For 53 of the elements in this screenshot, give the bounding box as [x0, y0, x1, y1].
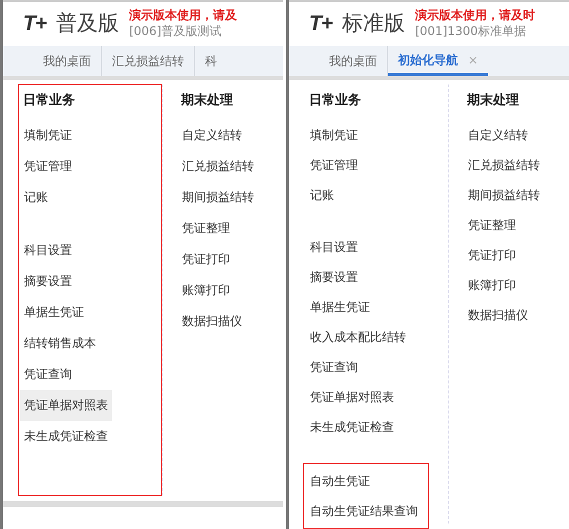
menu-link[interactable]: 自动生凭证结果查询: [306, 496, 422, 526]
tab[interactable]: 初始化导航 ×: [388, 46, 488, 76]
logo-mark: T+: [309, 12, 332, 36]
account-name: [001]1300标准单据: [415, 24, 527, 40]
logo-mark: T+: [23, 12, 46, 36]
menu-link[interactable]: 期间损益结转: [464, 180, 544, 210]
menu-link[interactable]: 自定义结转: [464, 120, 532, 150]
menu-link[interactable]: 填制凭证: [20, 120, 76, 150]
menu-link[interactable]: 自定义结转: [178, 120, 246, 150]
section-title: 期末处理: [181, 92, 234, 110]
menu-link[interactable]: 凭证打印: [178, 244, 234, 274]
menu-link[interactable]: 数据扫描仪: [178, 306, 246, 336]
menu-link[interactable]: 凭证管理: [20, 150, 76, 182]
menu-link[interactable]: 科目设置: [306, 232, 362, 262]
menu-link[interactable]: 科目设置: [20, 234, 76, 266]
menu-link[interactable]: 填制凭证: [306, 120, 362, 150]
menu-link[interactable]: 期间损益结转: [178, 182, 258, 212]
menu-link[interactable]: 汇兑损益结转: [178, 150, 258, 182]
section-title: 日常业务: [309, 92, 362, 110]
menu-link[interactable]: 凭证整理: [464, 210, 520, 240]
account-name: [006]普及版测试: [129, 24, 222, 40]
menu-link[interactable]: 结转销售成本: [20, 328, 100, 358]
menu-link[interactable]: 凭证查询: [20, 358, 76, 390]
menu-link[interactable]: 自动生凭证: [306, 466, 374, 496]
edition-title: 普及版: [56, 10, 120, 38]
menu-link[interactable]: 单据生凭证: [306, 292, 374, 322]
menu-link[interactable]: 单据生凭证: [20, 296, 88, 328]
menu-link[interactable]: 凭证单据对照表: [306, 382, 398, 412]
menu-link[interactable]: 凭证单据对照表: [20, 390, 112, 420]
menu-link[interactable]: 凭证管理: [306, 150, 362, 180]
section-title: 日常业务: [23, 92, 76, 110]
menu-link[interactable]: 记账: [20, 182, 52, 212]
menu-link[interactable]: 账簿打印: [464, 270, 520, 300]
tab[interactable]: 我的桌面: [33, 46, 102, 76]
menu-link[interactable]: 账簿打印: [178, 274, 234, 306]
menu-link[interactable]: 摘要设置: [306, 262, 362, 292]
edition-title: 标准版: [342, 10, 406, 38]
menu-link[interactable]: 未生成凭证检查: [306, 412, 398, 442]
menu-link[interactable]: 凭证打印: [464, 240, 520, 270]
menu-link[interactable]: 记账: [306, 180, 338, 210]
menu-link[interactable]: 未生成凭证检查: [20, 420, 112, 452]
tab[interactable]: 汇兑损益结转: [102, 46, 195, 76]
menu-link[interactable]: 汇兑损益结转: [464, 150, 544, 180]
menu-link[interactable]: 凭证整理: [178, 212, 234, 244]
menu-link[interactable]: 收入成本配比结转: [306, 322, 410, 352]
demo-notice: 演示版本使用，请及时: [415, 8, 536, 24]
tab[interactable]: 科: [195, 46, 227, 76]
section-title: 期末处理: [467, 92, 520, 110]
menu-link[interactable]: 摘要设置: [20, 266, 76, 296]
demo-notice: 演示版本使用，请及: [129, 8, 238, 24]
menu-link[interactable]: 凭证查询: [306, 352, 362, 382]
menu-link[interactable]: 数据扫描仪: [464, 300, 532, 330]
tab[interactable]: 我的桌面: [319, 46, 388, 76]
